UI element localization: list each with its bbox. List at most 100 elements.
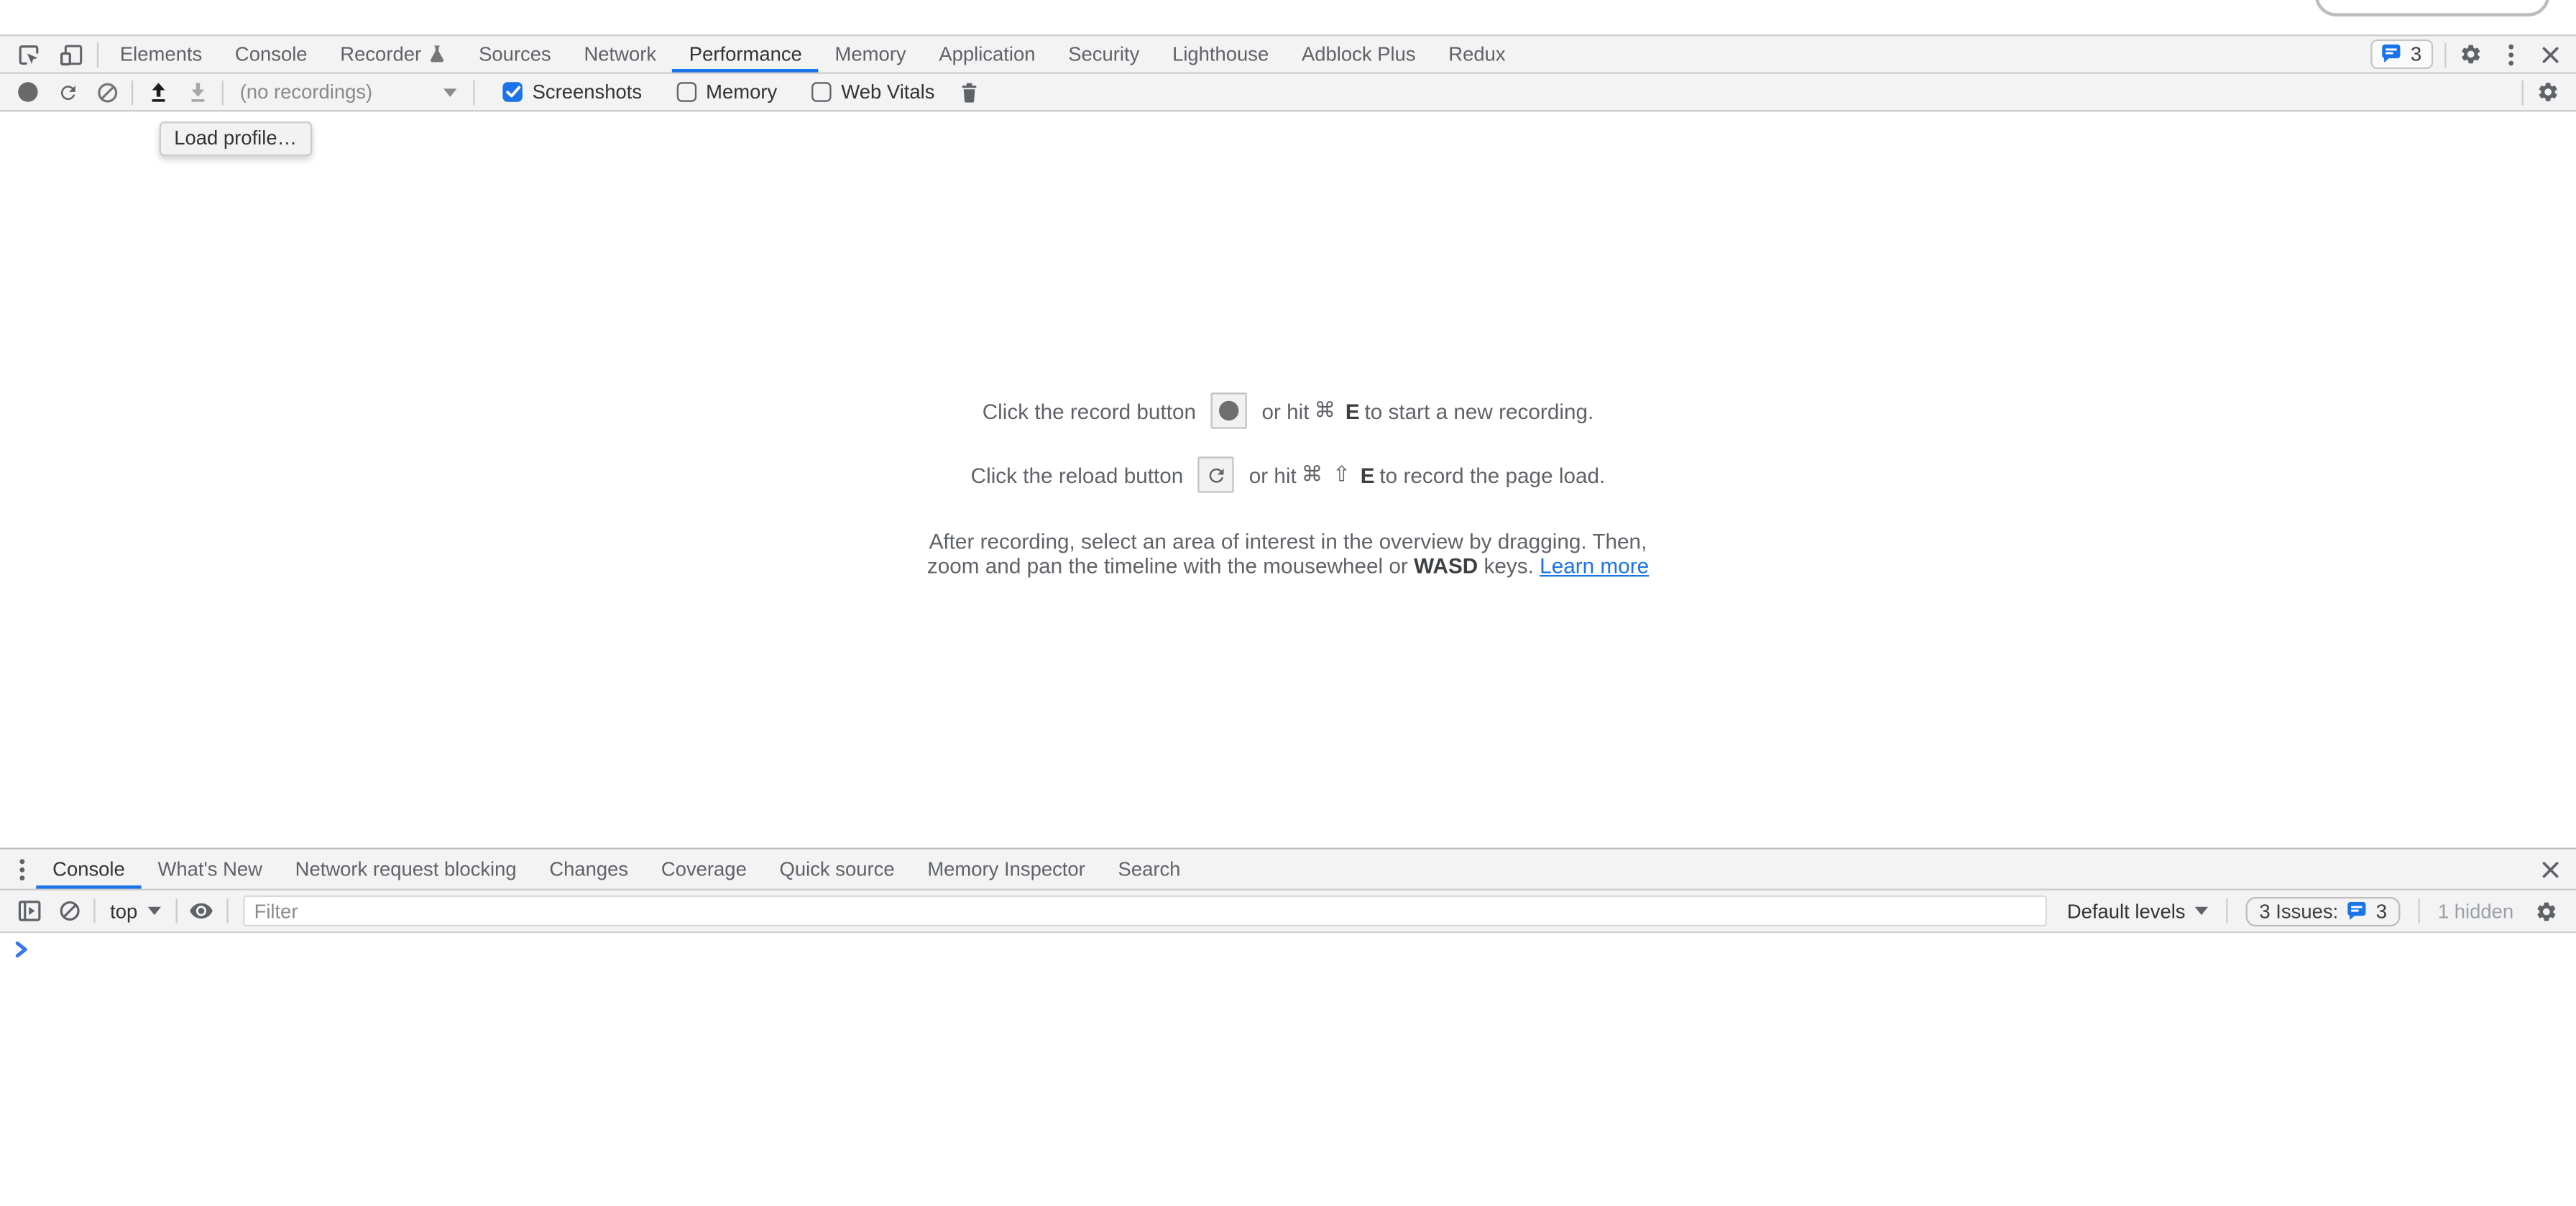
inspect-cursor-icon (16, 42, 40, 66)
main-tabbar: Elements Console Recorder Sources Networ… (0, 34, 2576, 74)
tabbar-right-controls: 3 (2371, 36, 2570, 72)
record-icon (18, 82, 37, 101)
inline-reload-button[interactable] (1198, 456, 1234, 492)
console-messages-area[interactable] (0, 933, 2576, 1205)
hidden-messages-label: 1 hidden (2438, 899, 2513, 922)
record-instruction-row: Click the record button or hit ⌘ E to st… (983, 391, 1594, 431)
load-profile-button[interactable] (138, 74, 178, 110)
tab-label: Memory (835, 42, 906, 65)
issues-counter-button[interactable]: 3 (2371, 40, 2433, 69)
drawer-tab-quick-source[interactable]: Quick source (763, 850, 911, 889)
create-live-expression-button[interactable] (182, 890, 221, 931)
tooltip-text: Load profile… (174, 126, 297, 149)
checkbox-unchecked-icon (811, 82, 831, 101)
settings-button[interactable] (2451, 36, 2490, 72)
tab-label: Network request blocking (295, 857, 517, 880)
download-icon (186, 81, 208, 103)
tab-label: Console (235, 42, 308, 65)
drawer-tabbar-right (2530, 850, 2570, 889)
tab-label: Sources (479, 42, 551, 65)
drawer-tab-memory-inspector[interactable]: Memory Inspector (911, 850, 1101, 889)
after-recording-paragraph: After recording, select an area of inter… (927, 529, 1649, 579)
issues-count: 3 (2411, 42, 2421, 65)
close-devtools-button[interactable] (2530, 36, 2570, 72)
drawer-more-tools-button[interactable] (6, 850, 36, 889)
tab-label: Recorder (340, 42, 421, 65)
prompt-chevron-icon (15, 942, 28, 958)
tab-label: Search (1118, 857, 1181, 880)
tab-label: What's New (157, 857, 262, 880)
chevron-down-icon (147, 907, 160, 915)
tab-lighthouse[interactable]: Lighthouse (1156, 36, 1285, 72)
tab-label: Changes (549, 857, 628, 880)
tab-label: Application (939, 42, 1035, 65)
console-context-selector[interactable]: top (100, 899, 170, 922)
checkbox-label: Web Vitals (841, 80, 934, 103)
tab-sources[interactable]: Sources (462, 36, 567, 72)
device-toolbar-button[interactable] (50, 36, 92, 72)
drawer: Console What's New Network request block… (0, 847, 2576, 1205)
learn-more-link[interactable]: Learn more (1540, 553, 1649, 578)
tab-memory[interactable]: Memory (819, 36, 923, 72)
reload-and-record-button[interactable] (47, 74, 87, 110)
close-drawer-button[interactable] (2530, 850, 2570, 889)
drawer-tab-whats-new[interactable]: What's New (142, 850, 279, 889)
recordings-select-value: (no recordings) (240, 80, 372, 103)
tab-console[interactable]: Console (218, 36, 323, 72)
drawer-tab-coverage[interactable]: Coverage (645, 850, 763, 889)
tab-performance[interactable]: Performance (673, 36, 819, 72)
tab-adblock-plus[interactable]: Adblock Plus (1285, 36, 1432, 72)
record-button[interactable] (8, 74, 47, 110)
console-filter-input[interactable] (243, 896, 2048, 926)
memory-checkbox[interactable]: Memory (666, 80, 777, 103)
web-vitals-checkbox[interactable]: Web Vitals (802, 80, 935, 103)
separator (226, 898, 228, 923)
drawer-tab-changes[interactable]: Changes (533, 850, 645, 889)
console-toolbar: top Default levels 3 Issues: (0, 890, 2576, 933)
save-profile-button[interactable] (178, 74, 217, 110)
tab-label: Quick source (780, 857, 895, 880)
issues-count: 3 (2376, 899, 2387, 922)
drawer-tab-console[interactable]: Console (36, 850, 141, 889)
tab-security[interactable]: Security (1052, 36, 1156, 72)
tab-redux[interactable]: Redux (1432, 36, 1522, 72)
tab-application[interactable]: Application (922, 36, 1052, 72)
levels-value: Default levels (2067, 899, 2186, 922)
tab-elements[interactable]: Elements (104, 36, 218, 72)
show-console-sidebar-button[interactable] (10, 890, 50, 931)
clear-console-button[interactable] (50, 890, 89, 931)
performance-panel-content: Click the record button or hit ⌘ E to st… (0, 111, 2576, 847)
recordings-select[interactable]: (no recordings) (229, 80, 469, 103)
partial-popup-pill (2315, 0, 2550, 17)
chevron-down-icon (443, 88, 456, 96)
drawer-tab-network-request-blocking[interactable]: Network request blocking (279, 850, 533, 889)
wasd-keys: WASD (1414, 553, 1478, 578)
separator (2227, 898, 2228, 923)
instruction-text: After recording, select an area of inter… (929, 529, 1647, 553)
console-issues-button[interactable]: 3 Issues: 3 (2246, 896, 2400, 926)
inline-record-button[interactable] (1211, 392, 1247, 428)
drawer-tab-search[interactable]: Search (1102, 850, 1197, 889)
gear-icon (2535, 899, 2558, 922)
tab-label: Console (52, 857, 125, 880)
console-settings-button[interactable] (2526, 890, 2566, 931)
clear-recording-button[interactable] (87, 74, 126, 110)
separator (222, 80, 224, 104)
screenshots-checkbox[interactable]: Screenshots (493, 80, 642, 103)
inspect-element-button[interactable] (6, 36, 49, 72)
more-options-button[interactable] (2490, 36, 2530, 72)
console-prompt[interactable] (15, 942, 2576, 968)
tab-label: Lighthouse (1172, 42, 1269, 65)
tab-label: Performance (689, 42, 802, 65)
load-profile-tooltip: Load profile… (160, 121, 312, 156)
log-levels-selector[interactable]: Default levels (2064, 899, 2222, 922)
separator (132, 80, 133, 104)
separator (93, 898, 95, 923)
gear-icon (2536, 80, 2559, 103)
garbage-collect-button[interactable] (949, 74, 989, 110)
eye-icon (189, 898, 213, 923)
tab-recorder[interactable]: Recorder (323, 36, 462, 72)
capture-settings-button[interactable] (2529, 74, 2568, 110)
cmd-key-symbol: ⌘ (1314, 398, 1335, 423)
tab-network[interactable]: Network (568, 36, 673, 72)
